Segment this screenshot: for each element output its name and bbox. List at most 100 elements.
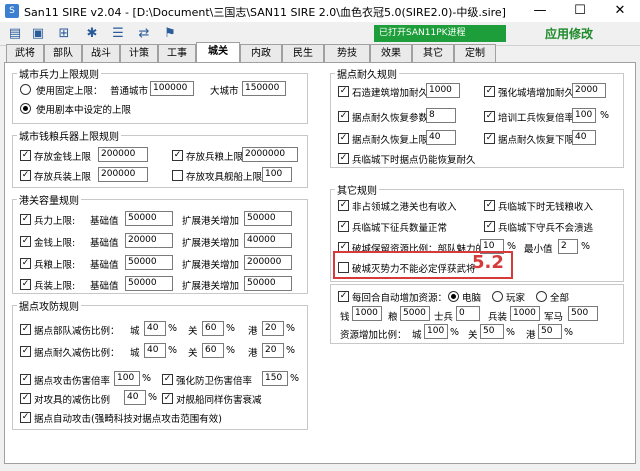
tab-units[interactable]: 部队 (44, 44, 82, 62)
tab-other[interactable]: 其它 (412, 44, 454, 62)
increase-input[interactable]: 40000 (244, 233, 292, 248)
increase-input[interactable]: 200000 (244, 255, 292, 270)
sync-icon[interactable]: ⇄ (134, 24, 154, 44)
gold-limit-input[interactable]: 200000 (98, 147, 148, 162)
max-checkbox[interactable]: ✓ (338, 133, 349, 144)
tools-icon[interactable]: ✱ (82, 24, 102, 44)
ship-limit-checkbox[interactable] (172, 170, 183, 181)
player-radio[interactable] (492, 291, 503, 302)
food-limit-checkbox[interactable]: ✓ (172, 150, 183, 161)
unit-reduction-checkbox[interactable]: ✓ (20, 324, 31, 335)
recover-input[interactable]: 8 (426, 108, 456, 123)
no-rout-checkbox[interactable]: ✓ (484, 221, 495, 232)
max-input[interactable]: 40 (426, 130, 456, 145)
save-icon[interactable]: ▣ (28, 24, 48, 44)
normal-city-input[interactable]: 100000 (150, 81, 194, 96)
increase-input[interactable]: 50000 (244, 276, 292, 291)
percent-label: % (226, 345, 236, 356)
minimize-button[interactable]: — (520, 0, 560, 22)
percent-label: % (226, 323, 236, 334)
min-value-input[interactable]: 2 (558, 239, 578, 254)
dur-city-input[interactable]: 40 (144, 343, 166, 358)
tab-force-skills[interactable]: 势技 (324, 44, 370, 62)
tab-generals[interactable]: 武将 (6, 44, 44, 62)
unit-gate-input[interactable]: 60 (202, 321, 224, 336)
conscript-normal-label: 兵临城下征兵数量正常 (352, 223, 448, 234)
tab-strategy[interactable]: 计策 (120, 44, 158, 62)
computer-radio[interactable] (448, 291, 459, 302)
stone-input[interactable]: 1000 (426, 83, 460, 98)
tab-effects[interactable]: 效果 (370, 44, 412, 62)
atk-mult-checkbox[interactable]: ✓ (20, 374, 31, 385)
port-troops-checkbox[interactable]: ✓ (20, 214, 31, 225)
arms-input[interactable]: 1000 (510, 306, 540, 321)
gold-input[interactable]: 1000 (352, 306, 382, 321)
port-gold-checkbox[interactable]: ✓ (20, 236, 31, 247)
conscript-normal-checkbox[interactable]: ✓ (338, 221, 349, 232)
ship-limit-input[interactable]: 100 (262, 167, 292, 182)
recover-checkbox[interactable]: ✓ (338, 111, 349, 122)
troops-recover-checkbox[interactable]: ✓ (338, 153, 349, 164)
def-mult-input[interactable]: 150 (262, 371, 288, 386)
all-radio[interactable] (536, 291, 547, 302)
wall-input[interactable]: 2000 (572, 83, 606, 98)
dur-gate-input[interactable]: 60 (202, 343, 224, 358)
base-input[interactable]: 50000 (125, 276, 173, 291)
ratio-gate-input[interactable]: 50 (480, 324, 504, 339)
siege-reduction-checkbox[interactable]: ✓ (20, 393, 31, 404)
tab-cities[interactable]: 城关 (196, 42, 240, 62)
base-input[interactable]: 20000 (125, 233, 173, 248)
food-input[interactable]: 5000 (400, 306, 430, 321)
list-icon[interactable]: ☰ (108, 24, 128, 44)
base-input[interactable]: 50000 (125, 211, 173, 226)
process-icon[interactable]: ⊞ (54, 24, 74, 44)
apply-changes-button[interactable]: 应用修改 (545, 25, 593, 42)
percent-label: % (168, 323, 178, 334)
ratio-port-input[interactable]: 50 (538, 324, 562, 339)
worker-input[interactable]: 100 (572, 108, 596, 123)
worker-checkbox[interactable]: ✓ (484, 111, 495, 122)
increase-input[interactable]: 50000 (244, 211, 292, 226)
siege-reduction-input[interactable]: 40 (124, 390, 146, 405)
tab-custom[interactable]: 定制 (454, 44, 496, 62)
atk-mult-input[interactable]: 100 (114, 371, 140, 386)
close-button[interactable]: ✕ (600, 0, 640, 22)
ratio-city-input[interactable]: 100 (424, 324, 448, 339)
arms-limit-input[interactable]: 200000 (98, 167, 148, 182)
soldier-input[interactable]: 0 (456, 306, 480, 321)
horse-input[interactable]: 500 (568, 306, 598, 321)
ship-damage-checkbox[interactable]: ✓ (162, 393, 173, 404)
dur-port-input[interactable]: 20 (262, 343, 284, 358)
dur-reduction-checkbox[interactable]: ✓ (20, 346, 31, 357)
tab-construction[interactable]: 工事 (158, 44, 196, 62)
big-city-label: 大城市 (210, 86, 239, 97)
stone-checkbox[interactable]: ✓ (338, 86, 349, 97)
tab-domestic[interactable]: 内政 (240, 44, 282, 62)
port-income-checkbox[interactable]: ✓ (338, 200, 349, 211)
unit-port-input[interactable]: 20 (262, 321, 284, 336)
no-income-checkbox[interactable]: ✓ (484, 200, 495, 211)
fixed-limit-radio[interactable] (20, 84, 31, 95)
unit-city-input[interactable]: 40 (144, 321, 166, 336)
tab-battle[interactable]: 战斗 (82, 44, 120, 62)
wall-checkbox[interactable]: ✓ (484, 86, 495, 97)
gold-limit-checkbox[interactable]: ✓ (20, 150, 31, 161)
flag-icon[interactable]: ⚑ (160, 24, 180, 44)
auto-resource-checkbox[interactable]: ✓ (338, 291, 349, 302)
food-limit-input[interactable]: 2000000 (242, 147, 298, 162)
port-food-checkbox[interactable]: ✓ (20, 258, 31, 269)
maximize-button[interactable]: ☐ (560, 0, 600, 22)
open-file-icon[interactable]: ▤ (5, 24, 25, 44)
def-mult-checkbox[interactable]: ✓ (162, 374, 173, 385)
tab-livelihood[interactable]: 民生 (282, 44, 324, 62)
min-checkbox[interactable]: ✓ (484, 133, 495, 144)
big-city-input[interactable]: 150000 (242, 81, 286, 96)
auto-attack-checkbox[interactable]: ✓ (20, 412, 31, 423)
base-input[interactable]: 50000 (125, 255, 173, 270)
port-arms-checkbox[interactable]: ✓ (20, 279, 31, 290)
arms-limit-checkbox[interactable]: ✓ (20, 170, 31, 181)
ship-limit-label: 存放攻具舰船上限 (186, 172, 263, 183)
toolbar: ▤ ▣ ⊞ ✱ ☰ ⇄ ⚑ 已打开SAN11PK进程 应用修改 (0, 22, 640, 46)
script-limit-radio[interactable] (20, 103, 31, 114)
min-input[interactable]: 40 (572, 130, 596, 145)
